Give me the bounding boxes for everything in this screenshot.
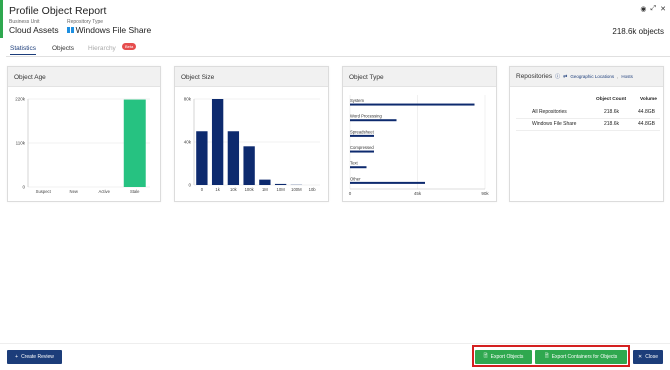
object-age-chart: 0 110k 220k Suspect New Active Stale — [15, 97, 150, 194]
chart-bar — [274, 183, 287, 185]
y-tick-label: 0 — [188, 183, 191, 188]
x-tick-label: 1k — [215, 187, 220, 192]
business-unit-value: Cloud Assets — [9, 25, 59, 35]
x-tick-label: 100k — [245, 187, 255, 192]
create-review-label: Create Review — [21, 354, 54, 360]
close-label: Close — [645, 354, 658, 360]
repo-count: 218.6k — [604, 121, 620, 127]
chart-bar — [350, 103, 475, 106]
page-title: Profile Object Report — [9, 5, 107, 17]
repo-count: 218.6k — [604, 109, 620, 115]
repositories-card: Repositories ⓘ ⇄ Geographic Locations , … — [509, 66, 664, 202]
x-tick-label: 45k — [414, 191, 422, 196]
col-volume: Volume — [640, 97, 657, 102]
y-tick-label: 220k — [15, 97, 26, 102]
file-icon: 🗎 — [544, 353, 549, 359]
category-label: System — [350, 98, 364, 103]
tab-statistics[interactable]: Statistics — [10, 45, 37, 55]
tab-bar: Statistics Objects Hierarchy Beta — [6, 43, 670, 57]
chart-bar — [350, 150, 374, 153]
repo-name: All Repositories — [532, 109, 567, 115]
chart-bar — [350, 166, 367, 169]
table-row[interactable]: All Repositories 218.6k 44.8GB — [516, 107, 660, 119]
expand-icon[interactable]: ⤢ — [651, 5, 657, 13]
chart-bar — [350, 134, 374, 137]
y-tick-label: 80k — [184, 97, 192, 102]
object-type-title: Object Type — [343, 67, 496, 87]
export-containers-label: Export Containers for Objects — [551, 354, 618, 360]
x-tick-label: Active — [99, 189, 111, 194]
window-controls: ◉ ⤢ ✕ — [640, 5, 666, 13]
x-tick-label: 10M — [277, 187, 286, 192]
x-tick-label: 100M — [291, 187, 302, 192]
beta-badge: Beta — [122, 43, 137, 50]
export-containers-button[interactable]: 🗎 Export Containers for Objects — [535, 350, 627, 364]
x-tick-label: 0 — [349, 191, 352, 196]
category-label: Word Processing — [350, 114, 382, 119]
windows-icon — [518, 121, 525, 128]
business-unit-text: Cloud Assets — [9, 25, 59, 35]
close-icon[interactable]: ✕ — [660, 5, 666, 13]
category-label: Text — [350, 161, 359, 166]
col-object-count: Object Count — [596, 97, 627, 102]
object-age-title: Object Age — [8, 67, 160, 87]
repositories-header: Repositories ⓘ ⇄ Geographic Locations , … — [510, 67, 663, 87]
object-size-chart: 0 40k 80k 0 1k 10k 100k 1M 10M 100M 10b — [184, 97, 320, 192]
x-tick-label: New — [70, 189, 79, 194]
chart-bar — [227, 131, 240, 185]
category-label: Other — [350, 176, 361, 181]
chart-bar — [123, 99, 146, 187]
export-objects-label: Export Objects — [490, 354, 524, 360]
tab-hierarchy[interactable]: Hierarchy — [88, 45, 116, 52]
object-count: 218.6k objects — [612, 27, 664, 36]
repo-name: Windows File Share — [532, 121, 577, 127]
y-tick-label: 0 — [22, 185, 25, 190]
tab-objects[interactable]: Objects — [52, 45, 74, 52]
object-age-card: Object Age 0 110k 220k Suspect New Active Stal… — [7, 66, 161, 202]
chart-bar — [211, 99, 224, 185]
info-icon[interactable]: ⓘ — [555, 73, 560, 80]
x-tick-label: Stale — [130, 189, 140, 194]
repository-type-text: Windows File Share — [75, 25, 152, 35]
repository-type-value: Windows File Share — [67, 25, 151, 35]
repositories-title: Repositories — [516, 73, 553, 80]
y-tick-label: 110k — [16, 141, 26, 146]
object-size-title: Object Size — [175, 67, 328, 87]
x-tick-label: 0 — [201, 187, 204, 192]
chart-bar — [350, 181, 425, 184]
x-tick-label: 90k — [481, 191, 489, 196]
repo-volume: 44.8GB — [638, 121, 655, 127]
y-tick-label: 40k — [184, 140, 192, 145]
x-tick-label: Suspect — [36, 189, 52, 194]
category-label: Compressed — [350, 145, 374, 150]
chart-bar — [259, 179, 271, 185]
x-tick-label: 1M — [262, 187, 268, 192]
object-type-card: Object Type 0 45k 90k System Word Processing… — [342, 66, 497, 202]
create-review-button[interactable]: + Create Review — [7, 350, 62, 364]
report-header: Profile Object Report Business Unit Clou… — [9, 3, 670, 43]
x-tick-label: 10k — [230, 187, 238, 192]
export-objects-button[interactable]: 🗎 Export Objects — [475, 350, 532, 364]
hosts-link[interactable]: Hosts — [621, 74, 633, 79]
object-size-card: Object Size 0 40k 80k 0 1k 10k 100k 1M 10M 100M 10… — [174, 66, 329, 202]
swap-icon[interactable]: ⇄ — [563, 74, 567, 80]
x-tick-label: 10b — [309, 187, 317, 192]
category-label: Spreadsheet — [350, 129, 375, 134]
eye-icon[interactable]: ◉ — [640, 5, 646, 13]
windows-icon — [67, 26, 74, 34]
chart-bar — [196, 131, 208, 185]
file-icon: 🗎 — [483, 353, 488, 359]
chart-bar — [350, 119, 397, 122]
repo-volume: 44.8GB — [638, 109, 655, 115]
geographic-locations-link[interactable]: Geographic Locations — [570, 74, 614, 79]
chart-bar — [243, 146, 255, 185]
close-icon: ✕ — [638, 354, 643, 360]
close-button[interactable]: ✕ Close — [633, 350, 663, 364]
accent-bar — [0, 0, 3, 38]
table-row[interactable]: Windows File Share 218.6k 44.8GB — [516, 119, 660, 131]
object-type-chart: 0 45k 90k System Word Processing Spreadsheet C… — [349, 95, 489, 196]
plus-icon: + — [15, 354, 19, 360]
link-separator: , — [617, 74, 619, 79]
